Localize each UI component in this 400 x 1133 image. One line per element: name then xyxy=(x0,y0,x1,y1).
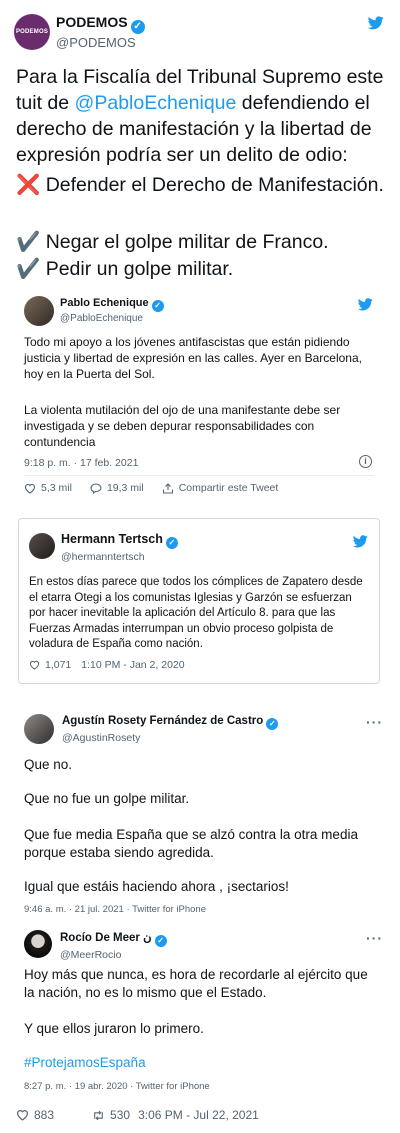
echenique-text-p2: La violenta mutilación del ojo de una ma… xyxy=(24,403,341,449)
echenique-avatar[interactable] xyxy=(24,296,54,326)
echenique-timestamp[interactable]: 9:18 p. m. · 17 feb. 2021 xyxy=(24,457,138,469)
tertsch-timestamp[interactable]: 1:10 PM - Jan 2, 2020 xyxy=(81,659,184,671)
rosety-p2: Que no fue un golpe militar. xyxy=(24,791,190,806)
twitter-bird-icon[interactable] xyxy=(368,16,384,30)
verified-badge-icon: ✓ xyxy=(266,718,279,730)
rosety-avatar[interactable] xyxy=(24,714,54,744)
rosety-p1: Que no. xyxy=(24,757,73,772)
echenique-handle: @PabloEchenique xyxy=(60,313,143,324)
main-retweets-count: 530 xyxy=(110,1108,131,1122)
demeer-meta[interactable]: 8:27 p. m. · 19 abr. 2020 · Twitter for … xyxy=(24,1081,210,1092)
quote-rosety[interactable]: Agustín Rosety Fernández de Castro ✓ @Agu… xyxy=(14,706,386,920)
rosety-handle: @AgustinRosety xyxy=(62,732,141,744)
main-timestamp[interactable]: 3:06 PM - Jul 22, 2021 xyxy=(138,1108,259,1122)
main-author-name: PODEMOS xyxy=(56,14,128,30)
info-icon[interactable]: i xyxy=(359,455,372,468)
echenique-name: Pablo Echenique xyxy=(60,297,149,309)
heart-icon xyxy=(29,660,40,670)
rosety-p4: Igual que estáis haciendo ahora , ¡secta… xyxy=(24,879,289,894)
echenique-text-p1: Todo mi apoyo a los jóvenes antifascista… xyxy=(24,335,362,381)
main-likes-count: 883 xyxy=(34,1108,55,1122)
twitter-bird-icon[interactable] xyxy=(353,535,368,548)
line-check2-text: ✔️ Pedir un golpe militar. xyxy=(16,258,234,280)
tertsch-name: Hermann Tertsch xyxy=(61,532,163,546)
twitter-bird-icon[interactable] xyxy=(358,298,373,311)
echenique-likes[interactable]: 5,3 mil xyxy=(24,482,72,494)
reply-icon xyxy=(90,482,102,494)
verified-badge-icon: ✓ xyxy=(151,300,164,312)
tertsch-avatar[interactable] xyxy=(29,533,55,559)
more-dots-icon[interactable]: ··· xyxy=(366,930,383,946)
heart-icon xyxy=(17,1110,28,1121)
verified-badge-icon: ✓ xyxy=(130,20,145,34)
podemos-avatar[interactable]: PODEMOS xyxy=(14,14,50,50)
hashtag-link[interactable]: #ProtejamosEspaña xyxy=(24,1054,146,1072)
mention-link[interactable]: @PabloEchenique xyxy=(75,92,237,114)
tertsch-likes-count: 1,071 xyxy=(45,659,72,671)
main-likes[interactable]: 883 xyxy=(16,1108,54,1122)
echenique-share-label: Compartir este Tweet xyxy=(178,482,279,494)
line-check2: ✔️ Pedir un golpe militar. xyxy=(16,256,233,282)
main-tweet-text: Para la Fiscalía del Tribunal Supremo es… xyxy=(16,64,394,168)
demeer-p2: Y que ellos juraron lo primero. xyxy=(24,1021,204,1036)
quote-demeer[interactable]: Rocío De Meer ن ✓ @MeerRocio ··· Hoy más … xyxy=(14,924,386,1094)
heart-icon xyxy=(24,483,36,494)
tertsch-handle: @hermanntertsch xyxy=(61,551,145,563)
rosety-meta[interactable]: 9:46 a. m. · 21 jul. 2021 · Twitter for … xyxy=(24,904,206,915)
main-retweets[interactable]: 530 xyxy=(92,1108,130,1122)
retweet-icon xyxy=(94,1110,103,1120)
demeer-name-suffix: ن xyxy=(143,932,152,944)
quote-tertsch[interactable]: Hermann Tertsch ✓ @hermanntertsch En esto… xyxy=(18,518,380,684)
line-check1-text: ✔️ Negar el golpe militar de Franco. xyxy=(16,231,329,253)
tertsch-likes[interactable]: 1,071 xyxy=(29,659,71,671)
echenique-likes-count: 5,3 mil xyxy=(41,482,72,494)
main-author[interactable]: PODEMOS ✓ @PODEMOS xyxy=(56,14,145,50)
verified-badge-icon: ✓ xyxy=(165,537,178,549)
line-x-text: ❌ Defender el Derecho de Manifestación. xyxy=(16,174,384,196)
podemos-avatar-text: PODEMOS xyxy=(15,29,49,35)
line-check1: ✔️ Negar el golpe militar de Franco. xyxy=(16,229,329,255)
rosety-p3: Que fue media España que se alzó contra … xyxy=(24,827,358,860)
demeer-p1: Hoy más que nunca, es hora de recordarle… xyxy=(24,967,368,1000)
demeer-handle: @MeerRocio xyxy=(60,949,122,961)
main-author-handle: @PODEMOS xyxy=(56,35,136,50)
echenique-replies[interactable]: 19,3 mil xyxy=(90,482,144,494)
rosety-name: Agustín Rosety Fernández de Castro xyxy=(62,715,264,727)
demeer-avatar[interactable] xyxy=(24,930,52,958)
demeer-name: Rocío De Meer xyxy=(60,932,140,944)
tertsch-text: En estos días parece que todos los cómpl… xyxy=(29,576,363,650)
more-dots-icon[interactable]: ··· xyxy=(366,714,383,730)
quote-echenique[interactable]: Pablo Echenique ✓ @PabloEchenique Todo mi… xyxy=(18,288,382,502)
main-footer: 883 530 3:06 PM - Jul 22, 2021 xyxy=(16,1108,259,1122)
line-x: ❌ Defender el Derecho de Manifestación. xyxy=(16,172,386,198)
echenique-share[interactable]: Compartir este Tweet xyxy=(162,482,279,494)
share-icon xyxy=(162,482,173,494)
echenique-replies-count: 19,3 mil xyxy=(106,482,144,494)
verified-badge-icon: ✓ xyxy=(154,935,167,947)
